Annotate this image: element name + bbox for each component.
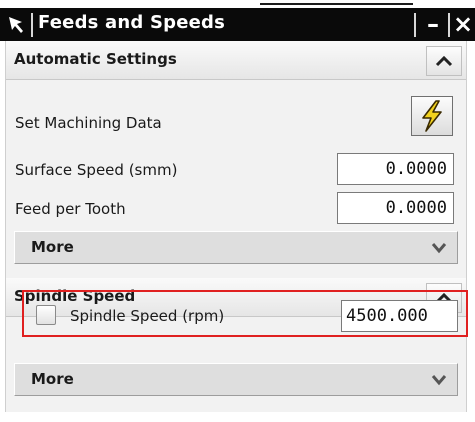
automatic-settings-more-button[interactable]: More [14, 231, 458, 264]
spindle-speed-more-button[interactable]: More [14, 363, 458, 396]
automatic-settings-collapse-button[interactable] [426, 46, 462, 76]
window-title: Feeds and Speeds [38, 12, 226, 33]
feed-per-tooth-label: Feed per Tooth [15, 200, 126, 218]
title-separator [414, 13, 416, 37]
dialog-frame: Automatic Settings Set Machining Data Su… [5, 41, 467, 422]
chevron-down-icon [431, 375, 447, 386]
surface-speed-input[interactable]: 0.0000 [337, 153, 454, 185]
chevron-down-icon [431, 243, 447, 254]
title-bar: Feeds and Speeds – × [0, 8, 475, 41]
feeds-speeds-panel: Automatic Settings Set Machining Data Su… [0, 41, 475, 422]
highlight-annotation [22, 290, 468, 337]
cursor-arrow-icon [9, 17, 23, 33]
set-machining-data-button[interactable] [411, 96, 453, 136]
minimize-button[interactable]: – [420, 10, 446, 38]
surface-speed-label: Surface Speed (smm) [15, 161, 178, 179]
bottom-edge [0, 412, 475, 422]
title-separator [31, 13, 33, 37]
chevron-up-icon [435, 55, 453, 67]
automatic-settings-title: Automatic Settings [14, 50, 177, 68]
close-button[interactable]: × [450, 10, 475, 38]
lightning-icon [422, 100, 442, 132]
more-label: More [31, 370, 74, 388]
more-label: More [31, 238, 74, 256]
top-strip [0, 0, 475, 8]
set-machining-data-label: Set Machining Data [15, 114, 162, 132]
top-strip-line [260, 3, 413, 5]
automatic-settings-header[interactable]: Automatic Settings [6, 41, 466, 80]
feed-per-tooth-input[interactable]: 0.0000 [337, 192, 454, 224]
